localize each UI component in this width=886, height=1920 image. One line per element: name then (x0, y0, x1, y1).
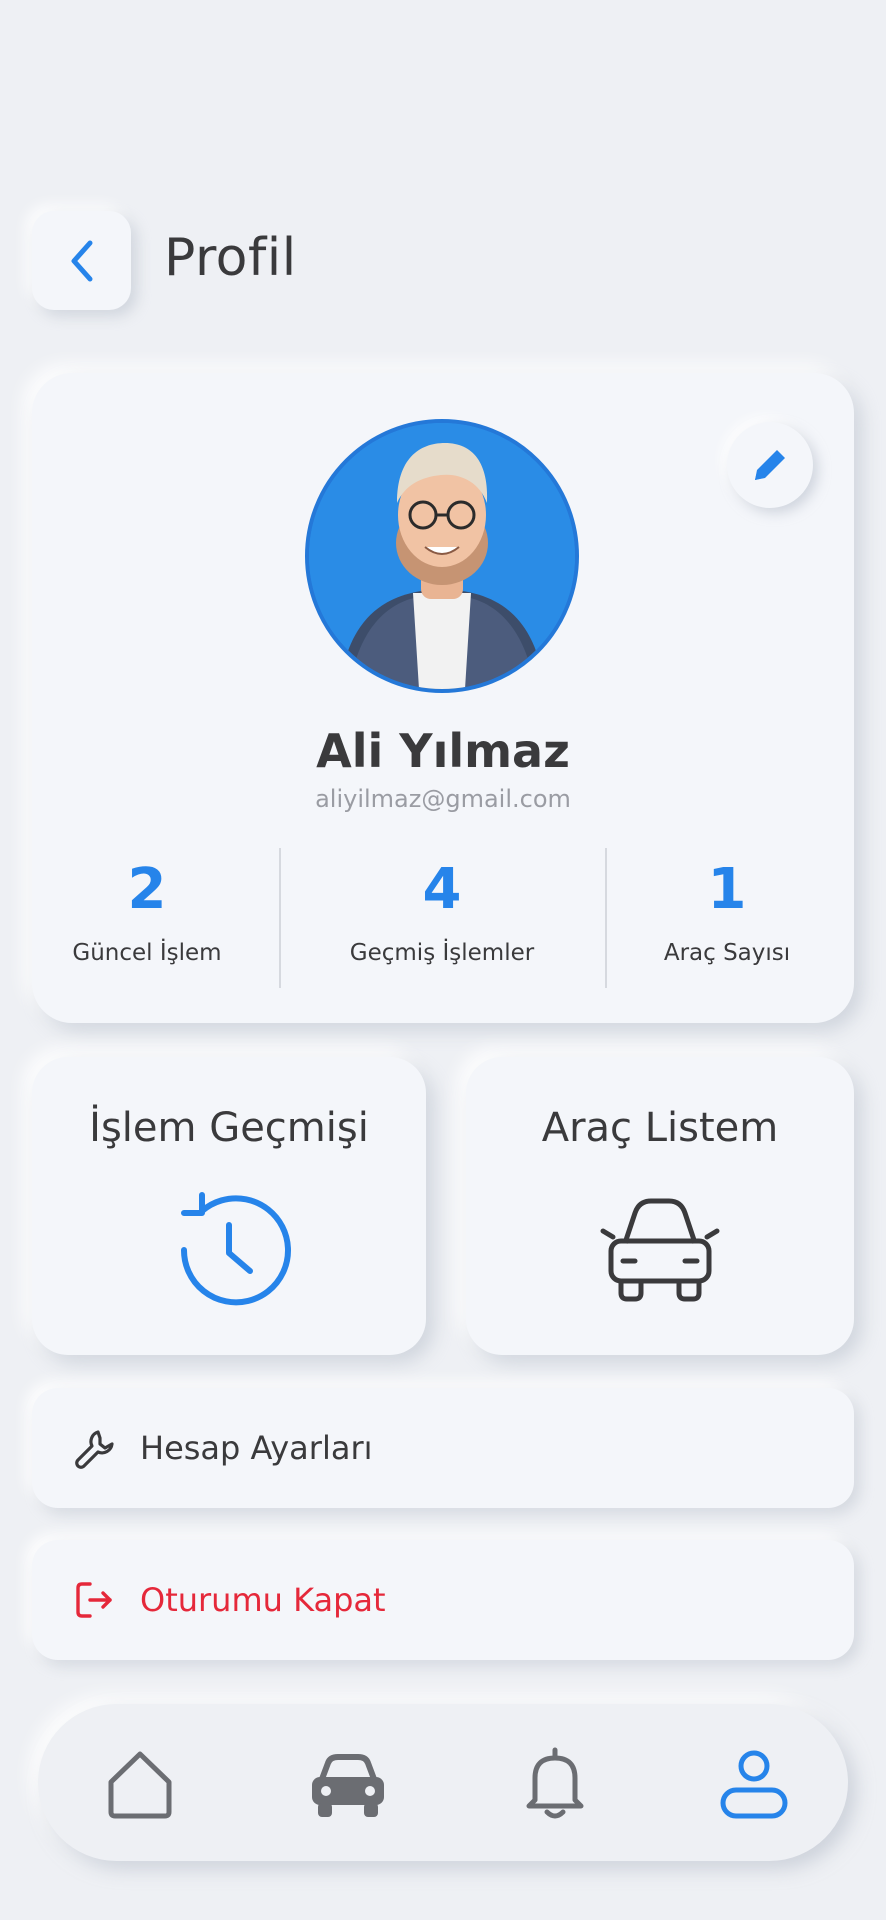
back-button[interactable] (32, 211, 131, 310)
transaction-history-card[interactable]: İşlem Geçmişi (32, 1057, 426, 1355)
transaction-history-title: İşlem Geçmişi (89, 1105, 369, 1151)
edit-profile-button[interactable] (727, 422, 813, 508)
nav-vehicles[interactable] (308, 1744, 388, 1824)
wrench-icon (75, 1430, 114, 1469)
chevron-left-icon (71, 240, 92, 281)
account-settings-label: Hesap Ayarları (140, 1429, 373, 1467)
profile-email: aliyilmaz@gmail.com (315, 785, 571, 813)
nav-home[interactable] (100, 1744, 180, 1824)
profile-page: Profil Ali Yılmaz aliyilmaz@gmail.com 2 … (0, 0, 886, 1920)
stat-value: 4 (422, 857, 462, 922)
car-icon (312, 1754, 384, 1817)
pencil-icon (755, 450, 785, 480)
history-icon (180, 1192, 291, 1306)
stats-row: 2 Güncel İşlem 4 Geçmiş İşlemler 1 Araç … (32, 848, 854, 988)
user-icon (720, 1750, 788, 1819)
stat-vehicle-count[interactable]: 1 Araç Sayısı (632, 848, 822, 967)
stat-label: Araç Sayısı (663, 940, 791, 966)
stat-value: 2 (127, 857, 167, 922)
avatar-photo (309, 423, 575, 689)
logout-label: Oturumu Kapat (140, 1581, 386, 1619)
stat-label: Güncel İşlem (72, 940, 222, 966)
profile-name: Ali Yılmaz (316, 724, 570, 778)
logout-icon (76, 1582, 112, 1618)
nav-notifications[interactable] (515, 1744, 595, 1824)
vehicle-list-card[interactable]: Araç Listem (466, 1057, 854, 1355)
account-settings-row[interactable]: Hesap Ayarları (32, 1388, 854, 1508)
bell-icon (526, 1747, 584, 1819)
bottom-navigation (38, 1704, 848, 1861)
stat-divider (605, 848, 607, 988)
stat-current-transactions[interactable]: 2 Güncel İşlem (52, 848, 242, 967)
stat-divider (279, 848, 281, 988)
page-title: Profil (164, 228, 297, 288)
stat-value: 1 (707, 857, 747, 922)
logout-row[interactable]: Oturumu Kapat (32, 1540, 854, 1660)
stat-label: Geçmiş İşlemler (349, 940, 535, 966)
nav-profile[interactable] (714, 1744, 794, 1824)
vehicle-list-title: Araç Listem (541, 1105, 779, 1151)
home-icon (108, 1751, 172, 1819)
car-icon (600, 1198, 720, 1302)
profile-card: Ali Yılmaz aliyilmaz@gmail.com 2 Güncel … (32, 373, 854, 1023)
avatar (305, 419, 579, 693)
stat-past-transactions[interactable]: 4 Geçmiş İşlemler (282, 848, 602, 967)
